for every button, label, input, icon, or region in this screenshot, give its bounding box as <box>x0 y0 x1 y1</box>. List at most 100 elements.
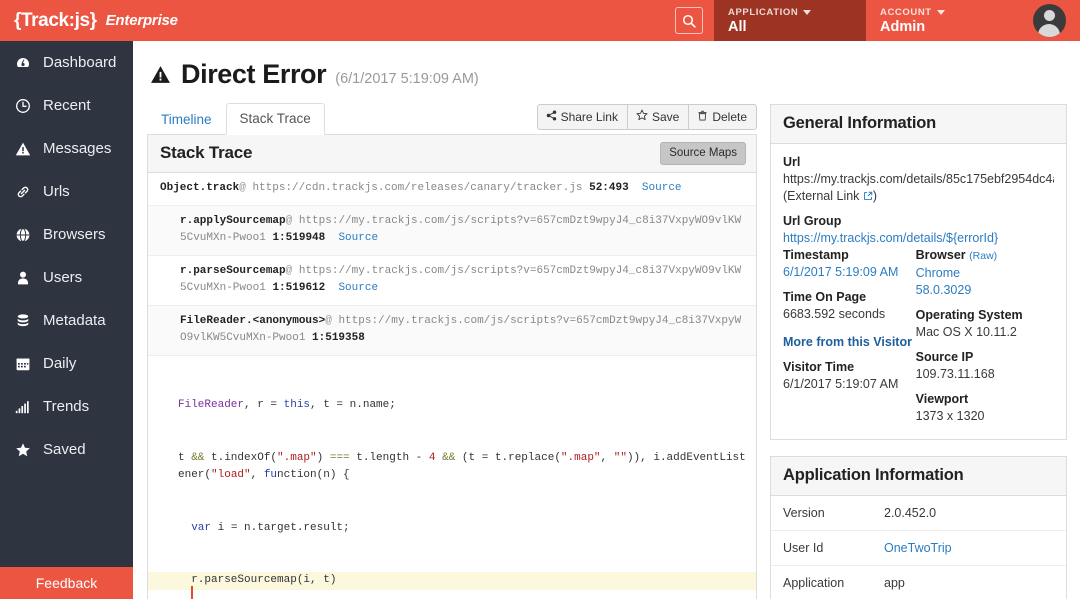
warning-triangle-icon <box>149 64 172 85</box>
viewport-value: 1373 x 1320 <box>915 409 985 423</box>
stack-frame-source-link[interactable]: Source <box>338 232 378 244</box>
warning-triangle-icon <box>14 140 31 157</box>
general-information-left-column: Timestamp 6/1/2017 5:19:09 AM Time On Pa… <box>783 247 916 425</box>
stack-trace-title: Stack Trace <box>160 143 253 162</box>
sidebar-item-label: Messages <box>43 140 112 157</box>
sidebar: Dashboard Recent Messages Urls Browsers … <box>0 41 133 599</box>
stack-frame-function: Object.track <box>160 182 240 194</box>
row-key: Version <box>783 506 825 520</box>
browser-version[interactable]: 58.0.3029 <box>916 282 1054 299</box>
left-column: Timeline Stack Trace Share Link Save Del… <box>133 103 757 599</box>
external-link-suffix: ) <box>872 189 878 203</box>
url-value: https://my.trackjs.com/details/85c175ebf… <box>783 172 1054 186</box>
save-label: Save <box>651 109 680 124</box>
page-timestamp: (6/1/2017 5:19:09 AM) <box>335 71 479 87</box>
visitor-time-label: Visitor Time <box>783 360 855 374</box>
sidebar-item-trends[interactable]: Trends <box>0 385 133 428</box>
sidebar-item-metadata[interactable]: Metadata <box>0 299 133 342</box>
stack-trace-panel-header: Stack Trace Source Maps <box>148 135 756 173</box>
stack-frame-source-link[interactable]: Source <box>338 282 378 294</box>
browser-name[interactable]: Chrome <box>916 265 1054 282</box>
application-selector-label: APPLICATION <box>728 6 850 19</box>
clock-icon <box>14 97 31 114</box>
external-link[interactable]: External Link <box>787 189 859 203</box>
stack-frame-location: 1:519358 <box>312 332 365 344</box>
delete-label: Delete <box>712 109 747 124</box>
share-icon <box>546 109 557 124</box>
code-line-highlighted: r.parseSourcemap(i, t) <box>148 572 756 599</box>
account-selector-label: ACCOUNT <box>880 6 1002 19</box>
operating-system-value: Mac OS X 10.11.2 <box>915 325 1017 339</box>
stack-frame-location: 52:493 <box>589 182 629 194</box>
account-selector[interactable]: ACCOUNT Admin <box>866 0 1018 41</box>
brand[interactable]: {Track:js} Enterprise <box>0 0 178 41</box>
page-title: Direct Error <box>181 59 327 89</box>
more-from-visitor-link[interactable]: More from this Visitor <box>783 334 916 351</box>
source-ip-label: Source IP <box>915 350 974 364</box>
sidebar-item-dashboard[interactable]: Dashboard <box>0 41 133 84</box>
sidebar-item-label: Saved <box>43 441 86 458</box>
calendar-icon <box>14 355 31 372</box>
external-link-row: (External Link ) <box>783 188 1054 205</box>
source-maps-button[interactable]: Source Maps <box>660 141 746 165</box>
share-link-button[interactable]: Share Link <box>536 104 628 130</box>
code-line: t && t.indexOf(".map") === t.length - 4 … <box>178 451 746 482</box>
time-on-page-label: Time On Page <box>783 290 867 304</box>
viewport-label: Viewport <box>915 392 969 406</box>
avatar <box>1032 4 1066 37</box>
page-header: Direct Error (6/1/2017 5:19:09 AM) <box>133 41 1080 104</box>
browser-label-text: Browser <box>915 248 966 262</box>
stack-frame: r.applySourcemap@ https://my.trackjs.com… <box>148 206 756 256</box>
stack-frame-at: @ <box>285 265 293 277</box>
timestamp-label: Timestamp <box>783 248 849 262</box>
row-value: 2.0.452.0 <box>884 506 937 520</box>
chevron-down-icon <box>936 9 945 15</box>
timestamp-value[interactable]: 6/1/2017 5:19:09 AM <box>783 264 916 281</box>
url-label: Url <box>783 155 801 169</box>
sidebar-item-browsers[interactable]: Browsers <box>0 213 133 256</box>
sidebar-item-label: Urls <box>43 183 70 200</box>
row-key: Application <box>783 576 845 590</box>
delete-button[interactable]: Delete <box>688 104 757 130</box>
chevron-down-icon <box>803 9 812 15</box>
url-group-value[interactable]: https://my.trackjs.com/details/${errorId… <box>783 230 1054 247</box>
stack-frame: r.parseSourcemap@ https://my.trackjs.com… <box>148 256 756 306</box>
stack-frame-function: r.parseSourcemap <box>180 265 286 277</box>
save-button[interactable]: Save <box>626 104 690 130</box>
external-link-icon[interactable] <box>863 189 873 203</box>
operating-system-label: Operating System <box>915 308 1023 322</box>
stack-frame-function: FileReader.<anonymous> <box>180 315 326 327</box>
sidebar-item-label: Recent <box>43 97 91 114</box>
search-button[interactable] <box>675 7 703 34</box>
stack-frame-location: 1:519948 <box>272 232 326 244</box>
avatar-button[interactable] <box>1018 0 1080 41</box>
stack-frame-function: r.applySourcemap <box>180 215 286 227</box>
application-selector[interactable]: APPLICATION All <box>714 0 866 41</box>
stack-frame-source-link[interactable]: Source <box>642 182 682 194</box>
feedback-button[interactable]: Feedback <box>0 567 133 599</box>
sidebar-item-label: Users <box>43 269 83 286</box>
browser-raw-link[interactable]: (Raw) <box>969 250 997 262</box>
star-icon <box>14 441 31 458</box>
sidebar-item-urls[interactable]: Urls <box>0 170 133 213</box>
stack-frame-at: @ <box>239 182 246 194</box>
sidebar-item-saved[interactable]: Saved <box>0 428 133 471</box>
sidebar-item-daily[interactable]: Daily <box>0 342 133 385</box>
bar-chart-icon <box>14 398 31 415</box>
row-value[interactable]: OneTwoTrip <box>884 531 1066 565</box>
account-selector-value: Admin <box>880 18 926 35</box>
url-group-label: Url Group <box>783 214 842 228</box>
tab-bar: Timeline Stack Trace Share Link Save Del… <box>147 103 757 135</box>
tab-timeline[interactable]: Timeline <box>147 104 226 135</box>
sidebar-item-messages[interactable]: Messages <box>0 127 133 170</box>
sidebar-item-users[interactable]: Users <box>0 256 133 299</box>
table-row: Version 2.0.452.0 <box>771 496 1066 531</box>
database-icon <box>14 312 31 329</box>
sidebar-item-recent[interactable]: Recent <box>0 84 133 127</box>
content-columns: Timeline Stack Trace Share Link Save Del… <box>133 103 1080 599</box>
row-key: User Id <box>783 541 824 555</box>
source-ip-value: 109.73.11.168 <box>915 367 995 381</box>
tab-stack-trace[interactable]: Stack Trace <box>225 103 325 135</box>
code-line: FileReader, r = this, t = n.name; <box>178 399 396 411</box>
